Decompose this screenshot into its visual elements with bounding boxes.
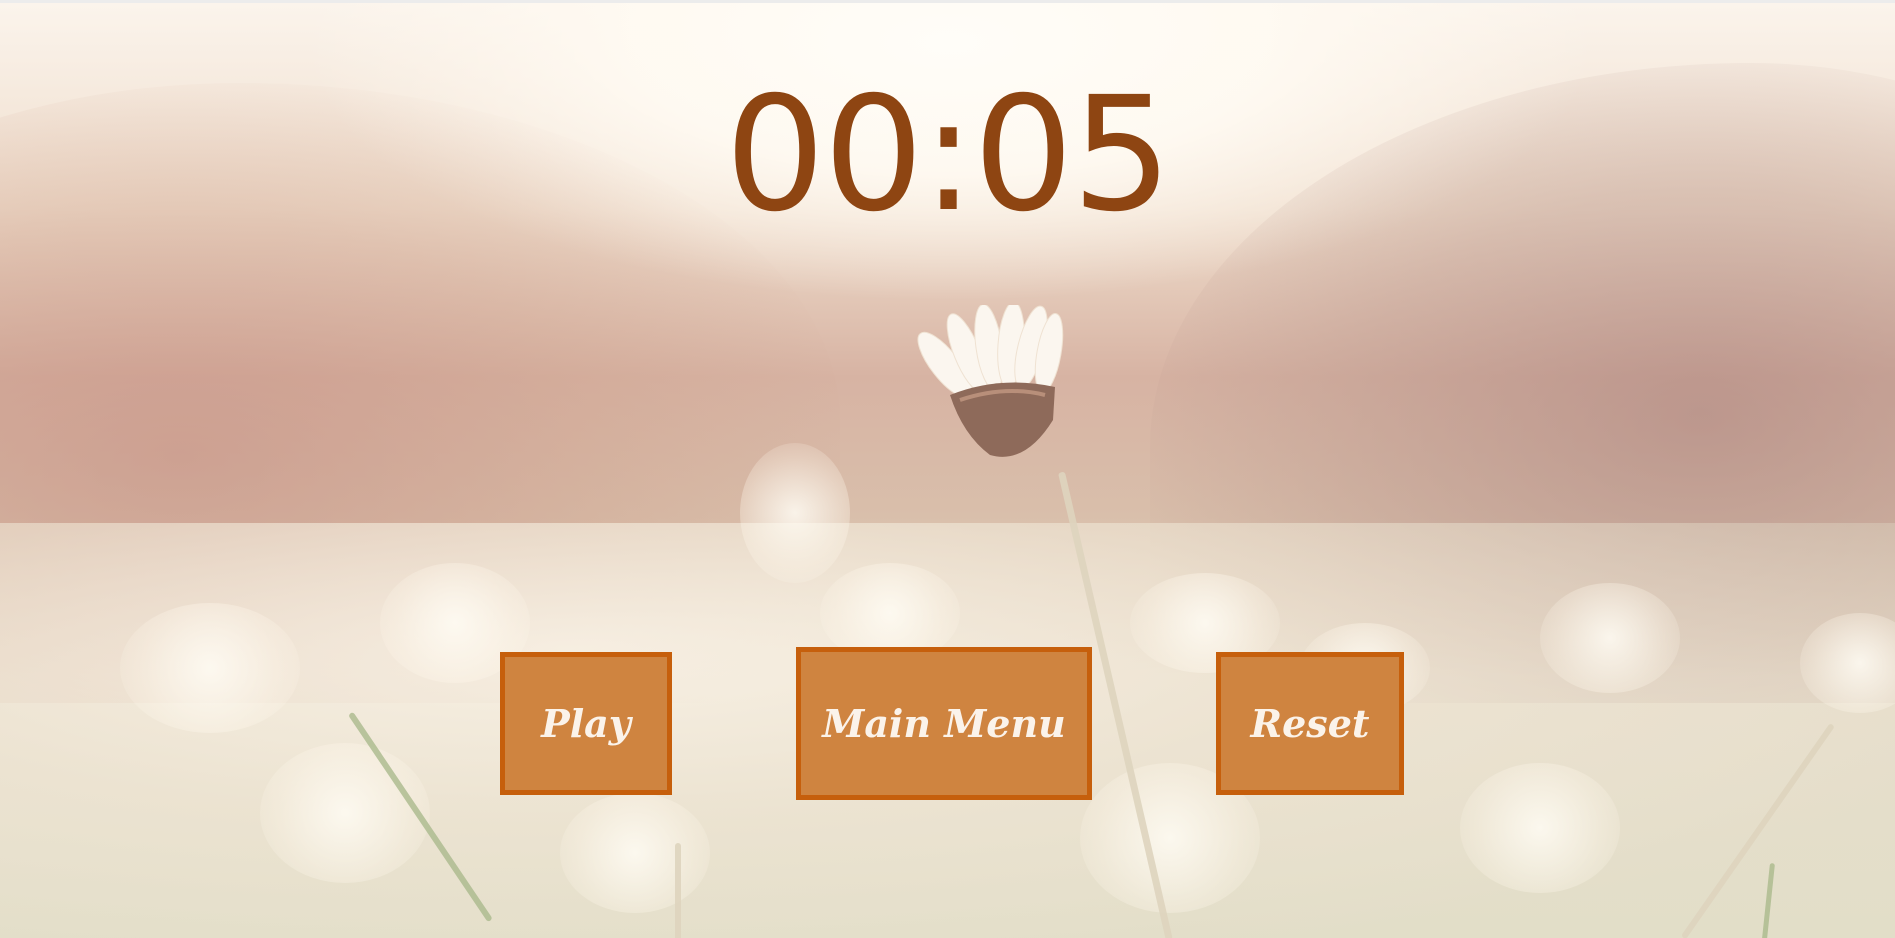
bokeh-light [1540, 583, 1680, 693]
top-border [0, 0, 1895, 3]
play-button-label: Play [541, 701, 631, 746]
reset-button[interactable]: Reset [1216, 652, 1404, 795]
countdown-timer: 00:05 [724, 63, 1172, 247]
bokeh-light [1460, 763, 1620, 893]
bokeh-light [560, 793, 710, 913]
play-button[interactable]: Play [500, 652, 672, 795]
daisy-flower-icon [917, 305, 1064, 457]
bokeh-light [260, 743, 430, 883]
reset-button-label: Reset [1250, 701, 1370, 746]
bokeh-light [120, 603, 300, 733]
main-menu-button-label: Main Menu [822, 701, 1066, 746]
flower-stem [675, 843, 681, 938]
main-menu-button[interactable]: Main Menu [796, 647, 1092, 800]
bokeh-light [740, 443, 850, 583]
